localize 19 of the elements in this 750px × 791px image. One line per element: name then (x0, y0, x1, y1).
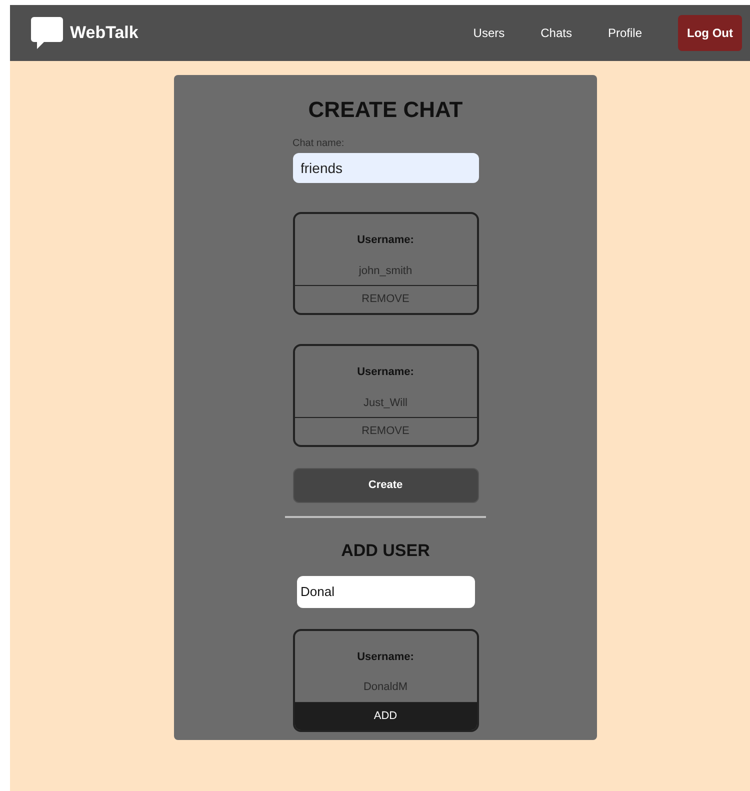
username-label: Username: (357, 650, 414, 664)
username-label: Username: (357, 365, 414, 380)
logout-button[interactable]: Log Out (678, 15, 742, 51)
nav-link[interactable]: Chats (540, 24, 572, 42)
username-value: DonaldM (363, 680, 408, 695)
nav-link[interactable]: Profile (608, 24, 642, 42)
nav-link[interactable]: Users (473, 24, 505, 42)
username-value: Just_Will (363, 396, 408, 410)
brand-name: WebTalk (70, 22, 138, 44)
create-chat-title: CREATE CHAT (308, 96, 463, 124)
user-action-button[interactable]: ADD (294, 702, 476, 730)
speech-bubble-icon (30, 16, 64, 50)
add-user-title: ADD USER (341, 540, 430, 562)
chat-name-label: Chat name: (292, 137, 346, 151)
create-button[interactable]: Create (292, 468, 478, 503)
chat-name-field[interactable]: friends (292, 153, 478, 183)
username-value: john_smith (358, 264, 412, 278)
user-search-field[interactable]: Donal (296, 576, 474, 608)
username-label: Username: (357, 233, 414, 248)
